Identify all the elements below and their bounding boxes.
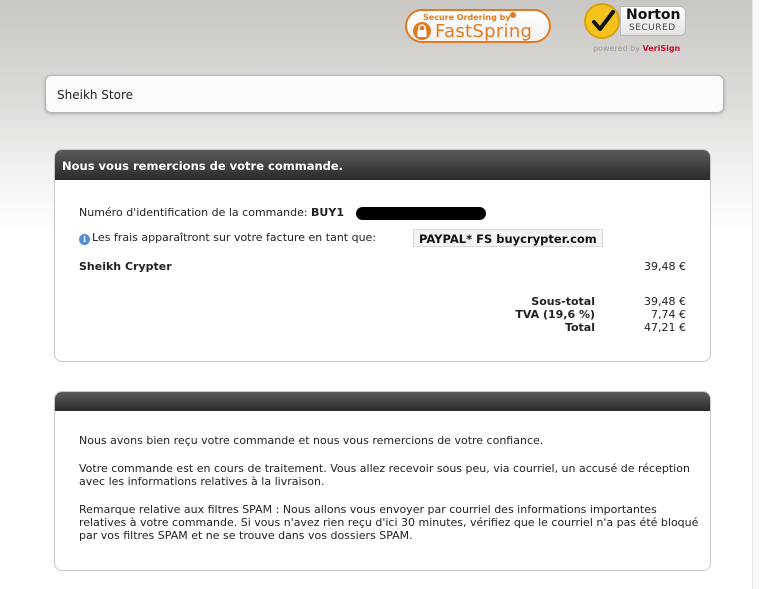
message-paragraph-received: Nous avons bien reçu votre commande et n… <box>79 434 544 447</box>
totals-values: 39,48 € 7,74 € 47,21 € <box>644 295 686 334</box>
fastspring-dot-icon <box>510 12 516 18</box>
norton-checkmark-icon[interactable] <box>584 3 620 39</box>
tax-label: TVA (19,6 %) <box>515 308 595 321</box>
fastspring-logo-text: FastSpring <box>435 21 533 42</box>
charge-note-line: i Les frais apparaîtront sur votre factur… <box>79 231 376 245</box>
norton-secured-badge[interactable]: Norton SECURED <box>620 6 686 36</box>
norton-powered-text: powered by <box>593 44 640 53</box>
total-label: Total <box>564 321 595 334</box>
lock-icon <box>413 22 431 40</box>
order-id-value: BUY1 <box>311 206 344 219</box>
message-panel-header <box>55 392 710 411</box>
norton-secured-text: SECURED <box>629 23 676 33</box>
subtotal-label: Sous-total <box>531 295 595 308</box>
norton-name: Norton <box>626 7 681 23</box>
order-confirmation-panel: Nous vous remercions de votre commande. … <box>54 149 711 362</box>
message-paragraph-spam-note: Remarque relative aux filtres SPAM : Nou… <box>79 503 699 542</box>
order-id-label: Numéro d'identification de la commande: <box>79 206 308 219</box>
product-name: Sheikh Crypter <box>79 260 172 273</box>
order-id-line: Numéro d'identification de la commande: … <box>79 206 344 219</box>
fastspring-badge[interactable]: Secure Ordering by FastSpring <box>405 9 551 43</box>
scrollbar-track[interactable] <box>752 0 759 589</box>
order-panel-title: Nous vous remercions de votre commande. <box>55 150 710 180</box>
redaction-mark <box>356 207 486 220</box>
norton-powered-by: powered by VeriSign <box>593 44 680 53</box>
charge-descriptor: PAYPAL* FS buycrypter.com <box>413 229 603 247</box>
message-paragraph-processing: Votre commande est en cours de traitemen… <box>79 462 690 488</box>
info-icon: i <box>79 234 90 245</box>
totals-labels: Sous-total TVA (19,6 %) Total <box>515 295 595 334</box>
store-header: Sheikh Store <box>45 75 724 113</box>
confirmation-message-panel: Nous avons bien reçu votre commande et n… <box>54 391 711 571</box>
store-name: Sheikh Store <box>57 88 134 102</box>
verisign-text: VeriSign <box>642 44 681 53</box>
charge-note-text: Les frais apparaîtront sur votre facture… <box>92 231 377 244</box>
total-value: 47,21 € <box>644 321 686 334</box>
tax-value: 7,74 € <box>651 308 686 321</box>
subtotal-value: 39,48 € <box>644 295 686 308</box>
product-price: 39,48 € <box>644 260 686 273</box>
